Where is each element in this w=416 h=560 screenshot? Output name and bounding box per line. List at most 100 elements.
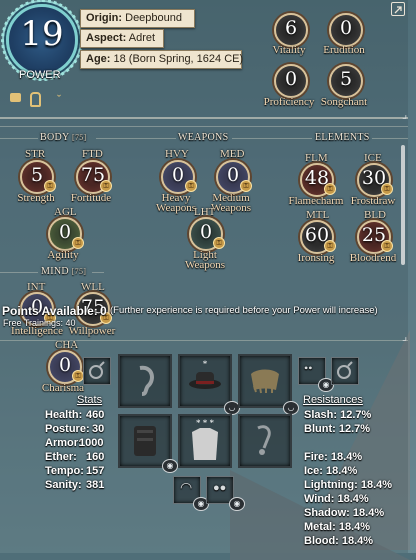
body-header: BODY [75]: [40, 132, 87, 143]
proficiency-label: Proficiency: [263, 96, 315, 108]
res-shadow: Shadow: 18.4%: [304, 507, 385, 519]
divider-mind-left: [0, 272, 38, 273]
ice-lock-icon: ⚿: [381, 183, 393, 195]
mtl-lock-icon: ⚿: [324, 240, 336, 252]
erudition-value: 0: [339, 17, 353, 39]
res-metal: Metal: 18.4%: [304, 521, 371, 533]
songchant-coin[interactable]: 5: [329, 64, 363, 98]
age-key: Age:: [86, 53, 111, 65]
stat-health-value: 460: [86, 409, 105, 421]
vitality-coin[interactable]: 6: [274, 13, 308, 47]
chest-icon: [134, 426, 156, 456]
resistances-header: Resistances: [303, 394, 363, 406]
res-blunt: Blunt: 12.7%: [304, 423, 371, 435]
power-label: POWER: [19, 69, 61, 81]
divider-elements-right: [372, 138, 408, 139]
mind-cap: [75]: [71, 267, 87, 276]
equip-slot-hat[interactable]: *: [178, 354, 232, 408]
med-abbr: MED: [220, 148, 245, 160]
agl-lock-icon: ⚿: [72, 237, 84, 249]
songchant-value: 5: [339, 68, 353, 90]
res-slash: Slash: 12.7%: [304, 409, 372, 421]
key-icon[interactable]: [30, 92, 41, 107]
talent-icon[interactable]: [10, 93, 21, 102]
external-link-icon[interactable]: [391, 2, 405, 16]
stats-header: Stats: [77, 394, 103, 406]
lht-name: Light Weapons: [184, 249, 226, 271]
equip-slot-shirt[interactable]: * * *: [178, 414, 232, 468]
hvy-abbr: HVY: [165, 148, 189, 160]
stat-posture-value: 30: [92, 423, 105, 435]
body-cap: [75]: [71, 133, 87, 142]
str-lock-icon: ⚿: [44, 180, 56, 192]
hvy-lock-icon: ⚿: [185, 180, 197, 192]
hat-icon: *: [189, 359, 221, 389]
body-title: BODY: [40, 132, 70, 143]
ftd-lock-icon: ⚿: [100, 180, 112, 192]
origin-key: Origin:: [86, 12, 123, 24]
res-ice: Ice: 18.4%: [304, 465, 358, 477]
stat-ether-label: Ether:: [45, 451, 77, 463]
proficiency-value: 0: [284, 68, 298, 90]
weapons-header: WEAPONS: [178, 132, 229, 143]
resize-handle-icon-2[interactable]: ⌟: [402, 330, 407, 343]
stat-posture-label: Posture:: [45, 423, 90, 435]
proficiency-coin[interactable]: 0: [274, 64, 308, 98]
mask-visibility-icon[interactable]: ◉: [229, 497, 245, 511]
cloak-visibility-icon[interactable]: ◡: [283, 401, 299, 415]
vitality-label: Vitality: [272, 44, 306, 56]
divider-top: [0, 117, 408, 119]
flm-lock-icon: ⚿: [324, 183, 336, 195]
int-name: Intelligence: [11, 325, 63, 337]
equip-slot-small-right[interactable]: [331, 357, 359, 385]
wings-icon[interactable]: ˇ: [57, 92, 61, 107]
origin-field: Origin: Deepbound: [80, 9, 195, 28]
svg-text:*: *: [203, 359, 208, 369]
equip-slot-small-left[interactable]: [83, 357, 111, 385]
equip-slot-ear[interactable]: [118, 354, 172, 408]
res-lightning: Lightning: 18.4%: [304, 479, 393, 491]
divider-weapons-right: [232, 138, 312, 139]
cha-name: Charisma: [41, 382, 85, 394]
equip-slot-cloak[interactable]: [238, 354, 292, 408]
erudition-label: Erudition: [323, 44, 365, 56]
med-lock-icon: ⚿: [240, 180, 252, 192]
shirt-visibility-icon[interactable]: ◉: [162, 459, 178, 473]
cloak-icon: [251, 369, 279, 394]
stat-tempo-label: Tempo:: [45, 465, 84, 477]
points-note: (Further experience is required before y…: [110, 305, 378, 316]
power-value: 19: [20, 14, 64, 54]
aspect-value: Adret: [128, 32, 156, 44]
ftd-abbr: FTD: [82, 148, 103, 160]
agl-name: Agility: [47, 249, 79, 261]
age-field: Age: 18 (Born Spring, 1624 CE): [80, 50, 244, 69]
str-name: Strength: [17, 192, 55, 204]
shirt-icon: * * *: [192, 418, 218, 460]
res-blood: Blood: 18.4%: [304, 535, 374, 547]
resize-handle-icon[interactable]: ⌟: [402, 108, 407, 121]
scrollbar[interactable]: [401, 145, 405, 265]
divider-body-left: [0, 138, 38, 139]
stat-ether-value: 160: [86, 451, 105, 463]
divider-mind-right: [92, 272, 104, 273]
res-fire: Fire: 18.4%: [304, 451, 363, 463]
flm-name: Flamecharm: [288, 195, 344, 207]
equip-slot-amulet[interactable]: [238, 414, 292, 468]
stat-tempo-value: 157: [86, 465, 105, 477]
power-medal: 19: [1, 0, 83, 81]
erudition-coin[interactable]: 0: [329, 13, 363, 47]
mind-header: MIND [75]: [41, 266, 86, 277]
ring-icon: ◠: [180, 481, 193, 496]
str-abbr: STR: [25, 148, 46, 160]
lht-lock-icon: ⚿: [213, 237, 225, 249]
stat-health-label: Health:: [45, 409, 83, 421]
age-value: 18 (Born Spring, 1624 CE): [113, 53, 244, 65]
ice-name: Frostdraw: [350, 195, 396, 207]
songchant-label: Songchant: [320, 96, 368, 108]
origin-value: Deepbound: [125, 12, 183, 24]
aspect-field: Aspect: Adret: [80, 29, 164, 48]
bld-name: Bloodrend: [349, 252, 397, 264]
divider-top-2: [0, 126, 408, 127]
amulet-icon: [257, 425, 271, 455]
elements-header: ELEMENTS: [315, 132, 370, 143]
